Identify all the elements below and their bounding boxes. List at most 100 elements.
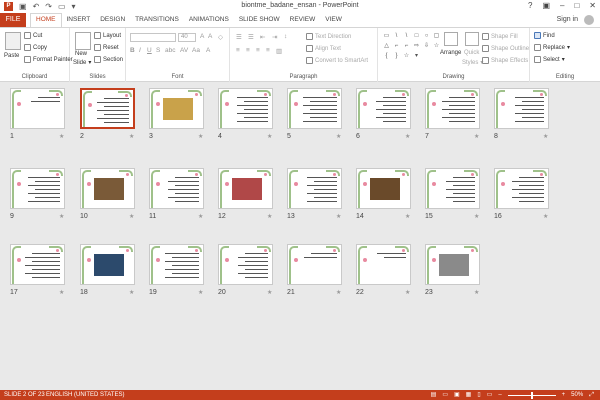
- minimize-icon[interactable]: –: [560, 1, 564, 10]
- notes-icon[interactable]: ▤: [431, 390, 437, 400]
- zoom-out-icon[interactable]: –: [498, 390, 501, 400]
- slide-thumbnail[interactable]: [494, 88, 549, 129]
- quick-styles-button[interactable]: Quick: [464, 50, 479, 56]
- slide-thumbnail[interactable]: [425, 168, 480, 209]
- transition-star-icon[interactable]: ★: [59, 289, 64, 296]
- bullets-icon[interactable]: ☰: [236, 33, 242, 41]
- tab-home[interactable]: HOME: [30, 13, 62, 27]
- slide-thumbnail[interactable]: [356, 168, 411, 209]
- slide-thumbnail[interactable]: [10, 88, 65, 129]
- tab-insert[interactable]: INSERT: [62, 13, 96, 27]
- align-left-icon[interactable]: ≡: [236, 47, 240, 54]
- text-box-shape-icon[interactable]: ▭: [382, 32, 391, 41]
- font-size-input[interactable]: 40: [178, 33, 196, 42]
- slide-thumbnail[interactable]: [287, 88, 342, 129]
- shadow-icon[interactable]: S: [156, 47, 160, 54]
- slide-thumbnail[interactable]: [425, 88, 480, 129]
- avatar[interactable]: [584, 15, 594, 25]
- transition-star-icon[interactable]: ★: [267, 213, 272, 220]
- connector-shape-icon[interactable]: ⌐: [392, 42, 401, 51]
- new-slide-icon[interactable]: [75, 32, 91, 50]
- connector-shape-icon[interactable]: ⌐: [402, 42, 411, 51]
- arrange-icon[interactable]: [444, 32, 458, 46]
- increase-indent-icon[interactable]: ⇥: [272, 33, 277, 41]
- layout-button[interactable]: Layout: [94, 32, 121, 39]
- transition-star-icon[interactable]: ★: [59, 213, 64, 220]
- tab-animations[interactable]: ANIMATIONS: [184, 13, 234, 27]
- slide-thumbnail[interactable]: [218, 244, 273, 285]
- transition-star-icon[interactable]: ★: [198, 213, 203, 220]
- language-indicator[interactable]: ENGLISH (UNITED STATES): [46, 390, 124, 400]
- text-direction-button[interactable]: Text Direction: [306, 33, 351, 40]
- zoom-slider[interactable]: [507, 391, 556, 399]
- transition-star-icon[interactable]: ★: [474, 289, 479, 296]
- find-button[interactable]: Find: [534, 32, 555, 39]
- transition-star-icon[interactable]: ★: [129, 213, 134, 220]
- slide-thumbnail[interactable]: [10, 244, 65, 285]
- shrink-font-icon[interactable]: A: [208, 33, 212, 40]
- decrease-indent-icon[interactable]: ⇤: [260, 33, 265, 41]
- triangle-shape-icon[interactable]: △: [382, 42, 391, 51]
- transition-star-icon[interactable]: ★: [405, 133, 410, 140]
- tab-slide-show[interactable]: SLIDE SHOW: [234, 13, 285, 27]
- comments-icon[interactable]: ▭: [442, 390, 448, 400]
- grow-font-icon[interactable]: A: [200, 33, 204, 40]
- transition-star-icon[interactable]: ★: [198, 133, 203, 140]
- slide-thumbnail[interactable]: [425, 244, 480, 285]
- transition-star-icon[interactable]: ★: [198, 289, 203, 296]
- transition-star-icon[interactable]: ★: [59, 133, 64, 140]
- change-case-icon[interactable]: Aa: [192, 47, 200, 54]
- close-icon[interactable]: ✕: [589, 1, 596, 10]
- ribbon-display-icon[interactable]: ▣: [542, 1, 550, 10]
- slide-thumbnail[interactable]: [287, 168, 342, 209]
- shapes-gallery[interactable]: ▭ \ \ □ ○ ▢ △ ⌐ ⌐ ⇨ ⇩ ☆ { } ☆ ▾: [382, 32, 440, 62]
- zoom-in-icon[interactable]: +: [562, 390, 566, 400]
- line-shape-icon[interactable]: \: [392, 32, 401, 41]
- replace-button[interactable]: Replace ▾: [534, 44, 570, 51]
- transition-star-icon[interactable]: ★: [336, 213, 341, 220]
- clear-formatting-icon[interactable]: ◇: [218, 33, 223, 41]
- line-shape-icon[interactable]: \: [402, 32, 411, 41]
- line-spacing-icon[interactable]: ↕: [284, 33, 287, 40]
- font-name-input[interactable]: [130, 33, 176, 42]
- transition-star-icon[interactable]: ★: [543, 133, 548, 140]
- paste-button[interactable]: Paste: [4, 53, 19, 59]
- new-slide-button[interactable]: New: [75, 51, 87, 57]
- slide-thumbnail[interactable]: [80, 244, 135, 285]
- slide-thumbnail[interactable]: [218, 168, 273, 209]
- copy-button[interactable]: Copy: [24, 44, 47, 51]
- format-painter-button[interactable]: Format Painter: [24, 56, 73, 63]
- slide-sorter-view-icon[interactable]: ▦: [466, 390, 472, 400]
- slide-thumbnail[interactable]: [149, 244, 204, 285]
- slide-thumbnail[interactable]: [149, 168, 204, 209]
- slide-thumbnail[interactable]: [80, 88, 135, 129]
- paste-icon[interactable]: [5, 32, 21, 50]
- align-text-button[interactable]: Align Text: [306, 45, 341, 52]
- sign-in-link[interactable]: Sign in: [557, 13, 578, 27]
- reset-button[interactable]: Reset: [94, 44, 119, 51]
- slide-sorter[interactable]: 1 ★ 2 ★ 3 ★ 4 ★ 5 ★ 6 ★ 7 ★ 8 ★ 9 ★ 10 ★ 11 ★ 12 ★ 13 ★ 14 ★ 15 ★ 16 ★ 1…: [0, 82, 600, 390]
- slide-thumbnail[interactable]: [10, 168, 65, 209]
- convert-smartart-button[interactable]: Convert to SmartArt: [306, 57, 368, 64]
- brace-shape-icon[interactable]: {: [382, 52, 391, 61]
- shape-fill-button[interactable]: Shape Fill: [482, 33, 518, 40]
- help-icon[interactable]: ?: [528, 1, 532, 10]
- transition-star-icon[interactable]: ★: [474, 133, 479, 140]
- zoom-level[interactable]: 50%: [571, 390, 583, 400]
- character-spacing-icon[interactable]: AV: [180, 47, 188, 54]
- star-shape-icon[interactable]: ☆: [402, 52, 411, 61]
- fit-to-window-icon[interactable]: ⤢: [589, 390, 594, 400]
- font-color-icon[interactable]: A: [206, 47, 210, 54]
- transition-star-icon[interactable]: ★: [336, 133, 341, 140]
- shape-effects-button[interactable]: Shape Effects: [482, 57, 528, 64]
- zoom-slider-thumb[interactable]: [530, 391, 533, 399]
- bold-icon[interactable]: B: [130, 47, 135, 54]
- slide-thumbnail[interactable]: [494, 168, 549, 209]
- tab-file[interactable]: FILE: [0, 13, 26, 27]
- slide-thumbnail[interactable]: [287, 244, 342, 285]
- align-center-icon[interactable]: ≡: [246, 47, 250, 54]
- quick-styles-dropdown[interactable]: Styles ▾: [462, 59, 483, 67]
- normal-view-icon[interactable]: ▣: [454, 390, 460, 400]
- cut-button[interactable]: Cut: [24, 32, 42, 39]
- oval-shape-icon[interactable]: ○: [422, 32, 431, 41]
